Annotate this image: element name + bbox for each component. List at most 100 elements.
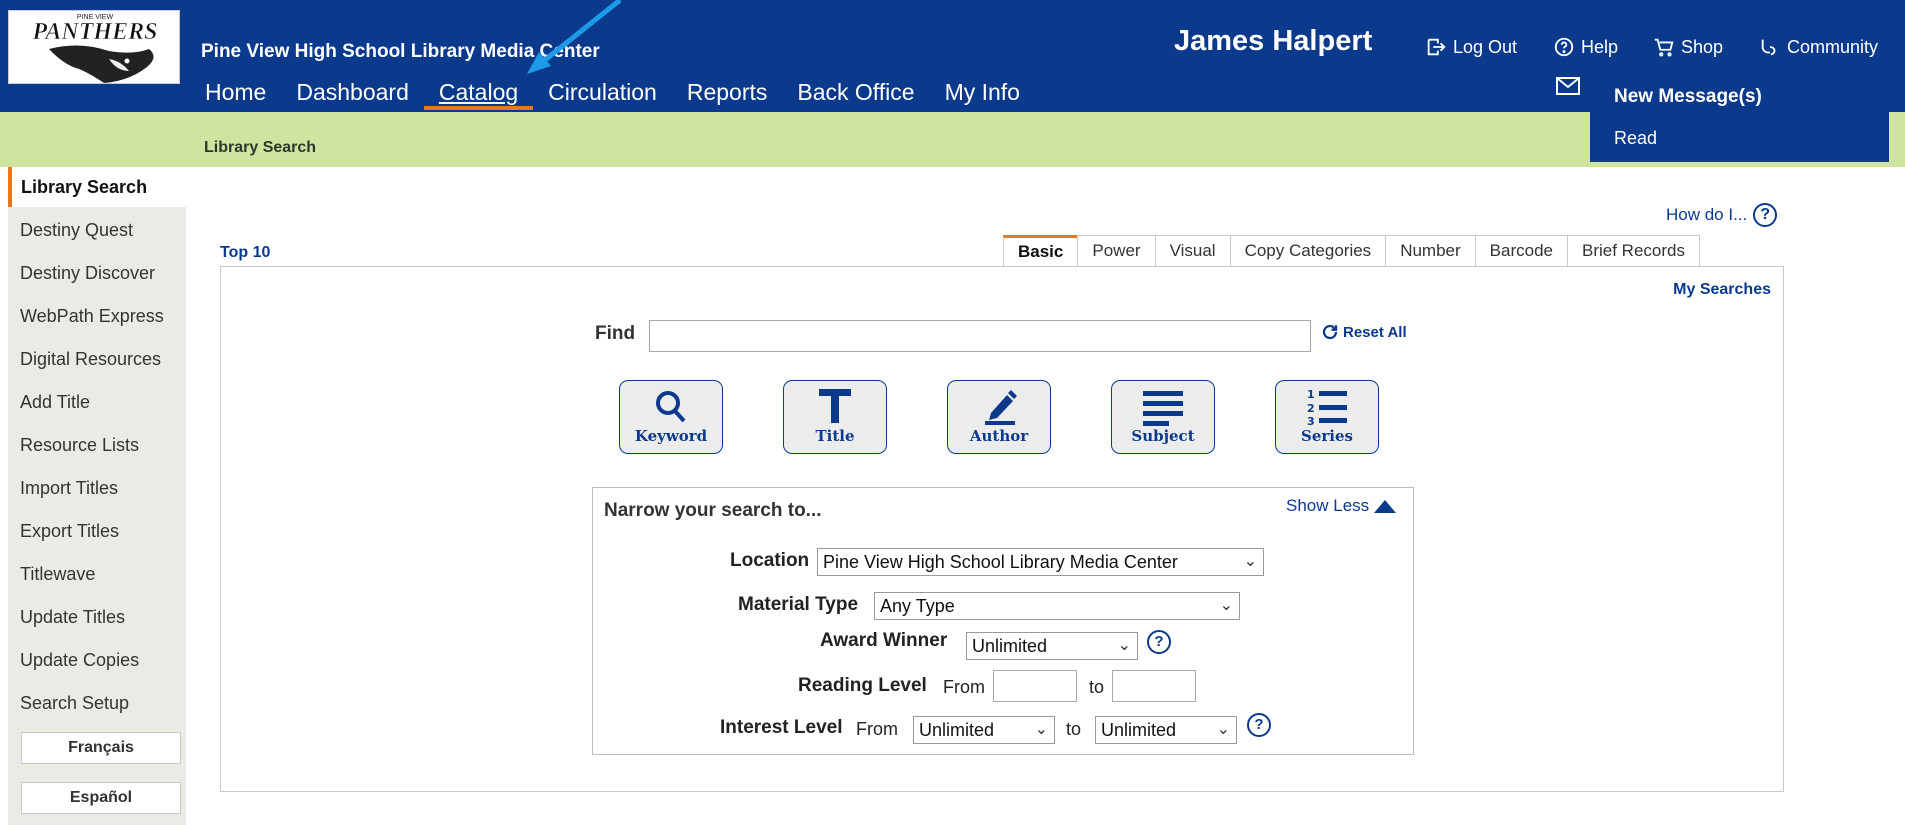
svg-text:1: 1 bbox=[1307, 388, 1315, 401]
tab-number[interactable]: Number bbox=[1385, 235, 1476, 267]
find-input[interactable] bbox=[649, 320, 1311, 352]
annotation-arrow-icon bbox=[527, 0, 622, 74]
tab-barcode[interactable]: Barcode bbox=[1474, 235, 1568, 267]
interest-to-value: Unlimited bbox=[1101, 720, 1177, 740]
find-label: Find bbox=[595, 323, 636, 344]
keyword-search-button[interactable]: Keyword bbox=[619, 380, 723, 454]
numbered-list-icon: 123 bbox=[1307, 388, 1347, 427]
reading-level-from-input[interactable] bbox=[993, 670, 1077, 702]
lines-icon bbox=[1143, 391, 1183, 426]
sidebar-item-titlewave[interactable]: Titlewave bbox=[8, 554, 186, 594]
magnifier-icon bbox=[656, 391, 686, 423]
help-link[interactable]: Help bbox=[1553, 36, 1618, 58]
interest-help-icon[interactable]: ? bbox=[1247, 713, 1271, 737]
material-type-value: Any Type bbox=[880, 596, 955, 616]
main-nav: Home Dashboard Catalog Circulation Repor… bbox=[190, 78, 1035, 110]
nav-catalog[interactable]: Catalog bbox=[423, 78, 534, 110]
award-winner-select[interactable]: Unlimited ⌄ bbox=[966, 632, 1138, 660]
location-select[interactable]: Pine View High School Library Media Cent… bbox=[817, 548, 1264, 576]
sidebar-item-export-titles[interactable]: Export Titles bbox=[8, 511, 186, 551]
spanish-button[interactable]: Español bbox=[21, 782, 181, 814]
series-search-button[interactable]: 123 Series bbox=[1275, 380, 1379, 454]
author-label: Author bbox=[969, 427, 1029, 445]
reset-all-link[interactable]: Reset All bbox=[1321, 323, 1407, 341]
author-search-button[interactable]: Author bbox=[947, 380, 1051, 454]
school-logo[interactable]: PINE VIEW PANTHERS bbox=[8, 10, 180, 84]
tab-copy-categories[interactable]: Copy Categories bbox=[1229, 235, 1387, 267]
nav-dashboard[interactable]: Dashboard bbox=[281, 78, 424, 110]
how-do-i-link[interactable]: How do I... ? bbox=[1666, 203, 1778, 227]
interest-level-label: Interest Level bbox=[720, 717, 843, 738]
sidebar-item-import-titles[interactable]: Import Titles bbox=[8, 468, 186, 508]
nav-home[interactable]: Home bbox=[190, 78, 281, 110]
tab-brief-records[interactable]: Brief Records bbox=[1566, 235, 1700, 267]
collapse-triangle-icon bbox=[1374, 499, 1397, 513]
award-winner-value: Unlimited bbox=[972, 636, 1048, 656]
award-help-icon[interactable]: ? bbox=[1147, 630, 1171, 654]
interest-level-to-select[interactable]: Unlimited ⌄ bbox=[1095, 716, 1237, 744]
nav-my-info[interactable]: My Info bbox=[930, 78, 1035, 110]
sidebar-item-destiny-quest[interactable]: Destiny Quest bbox=[8, 210, 186, 250]
interest-from-label: From bbox=[856, 719, 898, 739]
nav-circulation[interactable]: Circulation bbox=[533, 78, 672, 110]
chevron-down-icon: ⌄ bbox=[1219, 597, 1233, 614]
shop-link[interactable]: Shop bbox=[1653, 36, 1723, 58]
logout-link[interactable]: Log Out bbox=[1425, 36, 1517, 58]
question-icon: ? bbox=[1753, 203, 1778, 227]
mail-icon[interactable] bbox=[1555, 76, 1581, 96]
my-searches-link[interactable]: My Searches bbox=[1673, 281, 1771, 299]
sidebar-item-add-title[interactable]: Add Title bbox=[8, 382, 186, 422]
chevron-down-icon: ⌄ bbox=[1243, 553, 1257, 570]
reading-level-to-input[interactable] bbox=[1112, 670, 1196, 702]
help-label: Help bbox=[1581, 36, 1619, 57]
sidebar: Library Search Destiny Quest Destiny Dis… bbox=[8, 167, 186, 825]
shop-label: Shop bbox=[1681, 36, 1724, 57]
location-value: Pine View High School Library Media Cent… bbox=[823, 552, 1178, 572]
reset-all-label: Reset All bbox=[1343, 323, 1407, 341]
top10-link[interactable]: Top 10 bbox=[220, 244, 270, 262]
sidebar-item-search-setup[interactable]: Search Setup bbox=[8, 683, 186, 723]
material-type-label: Material Type bbox=[738, 594, 859, 615]
nav-back-office[interactable]: Back Office bbox=[782, 78, 929, 110]
show-less-link[interactable]: Show Less bbox=[1286, 496, 1397, 516]
sidebar-item-webpath-express[interactable]: WebPath Express bbox=[8, 296, 186, 336]
community-icon bbox=[1761, 39, 1776, 56]
svg-text:PANTHERS: PANTHERS bbox=[32, 19, 158, 45]
narrow-title: Narrow your search to... bbox=[604, 500, 822, 521]
subject-search-button[interactable]: Subject bbox=[1111, 380, 1215, 454]
refresh-icon bbox=[1322, 324, 1338, 340]
reading-level-label: Reading Level bbox=[798, 675, 927, 696]
sidebar-item-update-titles[interactable]: Update Titles bbox=[8, 597, 186, 637]
sidebar-item-library-search[interactable]: Library Search bbox=[8, 167, 186, 207]
sidebar-item-update-copies[interactable]: Update Copies bbox=[8, 640, 186, 680]
nav-reports[interactable]: Reports bbox=[672, 78, 783, 110]
location-label: Location bbox=[730, 550, 810, 571]
material-type-select[interactable]: Any Type ⌄ bbox=[874, 592, 1240, 620]
show-less-label: Show Less bbox=[1286, 496, 1370, 515]
keyword-label: Keyword bbox=[634, 427, 708, 445]
sidebar-item-digital-resources[interactable]: Digital Resources bbox=[8, 339, 186, 379]
chevron-down-icon: ⌄ bbox=[1034, 721, 1048, 738]
community-link[interactable]: Community bbox=[1759, 36, 1878, 58]
sidebar-item-resource-lists[interactable]: Resource Lists bbox=[8, 425, 186, 465]
tab-power[interactable]: Power bbox=[1077, 235, 1156, 267]
title-label: Title bbox=[815, 427, 855, 445]
sidebar-item-destiny-discover[interactable]: Destiny Discover bbox=[8, 253, 186, 293]
french-button[interactable]: Français bbox=[21, 732, 181, 764]
read-messages-link[interactable]: Read bbox=[1614, 128, 1657, 149]
tab-visual[interactable]: Visual bbox=[1154, 235, 1231, 267]
user-name: James Halpert bbox=[1174, 25, 1373, 57]
help-icon bbox=[1554, 37, 1574, 57]
series-label: Series bbox=[1301, 427, 1353, 445]
cart-icon bbox=[1654, 38, 1674, 57]
search-tabs: Basic Power Visual Copy Categories Numbe… bbox=[1003, 235, 1700, 267]
new-messages-link[interactable]: New Message(s) bbox=[1614, 86, 1762, 108]
title-search-button[interactable]: Title bbox=[783, 380, 887, 454]
tab-basic[interactable]: Basic bbox=[1003, 235, 1079, 267]
search-panel: My Searches Find Reset All Keyword Title… bbox=[220, 266, 1784, 792]
breadcrumb: Library Search bbox=[204, 139, 317, 156]
interest-level-from-select[interactable]: Unlimited ⌄ bbox=[913, 716, 1055, 744]
award-winner-label: Award Winner bbox=[820, 630, 948, 651]
reading-to-label: to bbox=[1089, 677, 1105, 697]
how-do-i-label: How do I... bbox=[1666, 205, 1748, 224]
